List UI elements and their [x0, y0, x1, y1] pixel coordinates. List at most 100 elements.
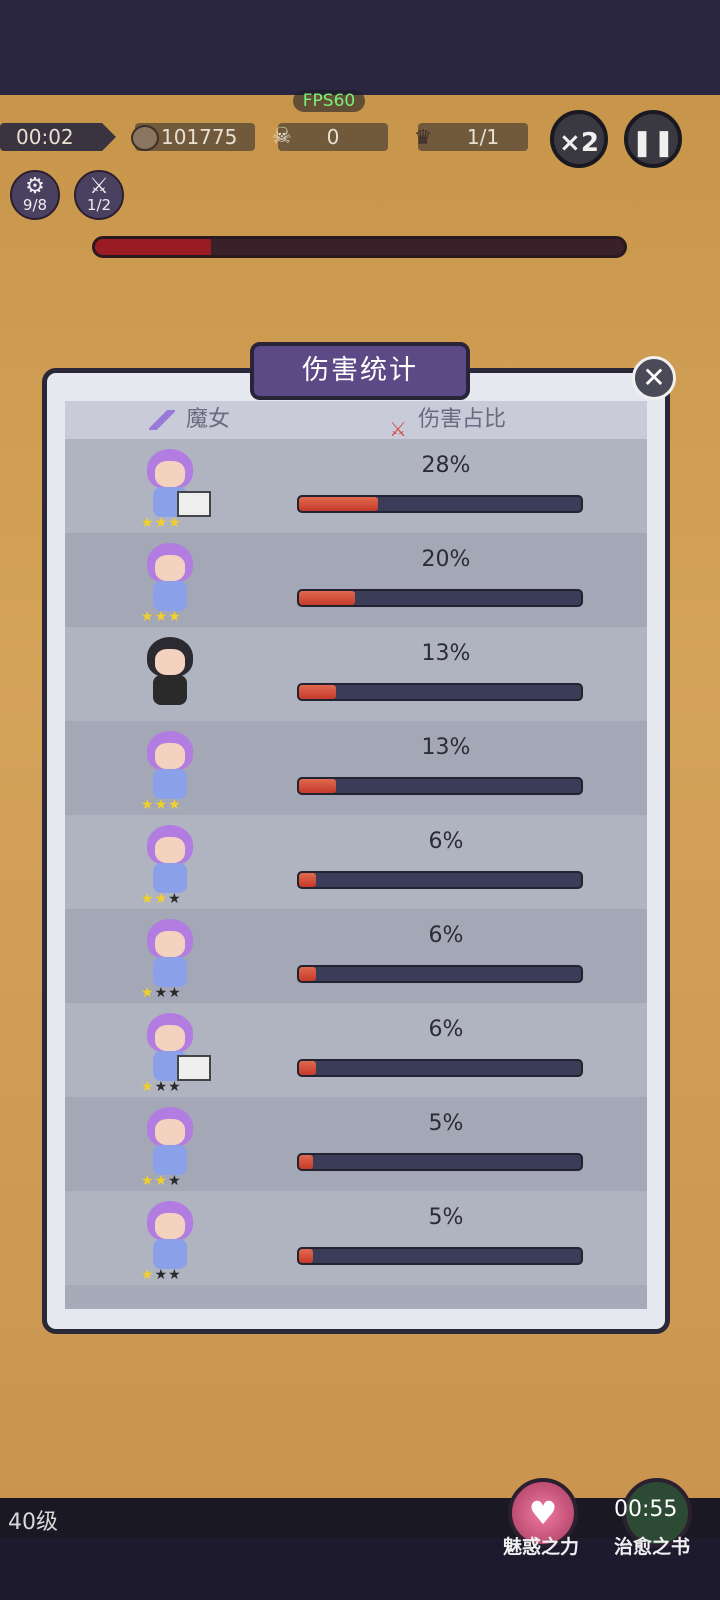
witch-desk-portrait [133, 1009, 213, 1089]
table-header: 魔女 ⚔ 伤害占比 [65, 401, 647, 441]
modal-title: 伤害统计 [250, 342, 470, 400]
kill-counter: ☠ 0 [272, 123, 388, 151]
fps-counter: FPS60 [293, 90, 365, 112]
damage-bar [297, 1153, 583, 1171]
star-icon: ★ [154, 797, 169, 813]
skull-icon: ☠ [272, 124, 292, 149]
witch-desk-portrait [133, 445, 213, 525]
damage-percent: 28% [421, 453, 471, 478]
gear-skill-count: 9/8 [22, 196, 48, 214]
star-icon: ★ [168, 797, 182, 813]
pause-icon: ❚❚ [631, 128, 675, 158]
damage-stats-modal: 魔女 ⚔ 伤害占比 ★★★ 28% ★★★ 20% 13% ★★★ 13% ★★★ 6% ★★★ 6… [42, 368, 670, 1334]
star-icon: ★ [154, 1079, 169, 1095]
damage-bar [297, 1059, 583, 1077]
wave-value: 1/1 [466, 125, 500, 149]
star-rating: ★★★ [141, 985, 182, 1001]
header-witch: 魔女 [149, 401, 230, 439]
damage-row: ★★★ 13% [65, 721, 647, 815]
damage-bar-fill [299, 779, 336, 793]
star-rating: ★★★ [141, 609, 182, 625]
player-level: 40级 [8, 1510, 58, 1535]
damage-bar-fill [299, 591, 356, 605]
damage-bar-fill [299, 1155, 314, 1169]
star-icon: ★ [154, 891, 169, 907]
damage-row: ★★★ 5% [65, 1191, 647, 1285]
blade-skill[interactable]: ⚔ 1/2 [74, 170, 124, 220]
boss-health-bar [92, 236, 627, 258]
coin-value: 101775 [161, 125, 238, 149]
star-icon: ★ [168, 985, 182, 1001]
star-icon: ★ [168, 1079, 182, 1095]
wave-counter: ♛ 1/1 [414, 123, 528, 151]
damage-percent: 5% [428, 1111, 464, 1136]
star-icon: ★ [154, 1267, 169, 1283]
witch-purple-portrait [133, 539, 213, 619]
star-rating: ★★★ [141, 1173, 182, 1189]
bottom-bar [0, 1498, 720, 1538]
star-rating: ★★★ [141, 1079, 182, 1095]
heal-skill-label: 治愈之书 [614, 1536, 691, 1558]
damage-row: ★★★ 6% [65, 815, 647, 909]
boss-health-fill [95, 239, 212, 255]
battle-timer: 00:02 [0, 123, 116, 151]
gear-skill[interactable]: ⚙ 9/8 [10, 170, 60, 220]
pause-button[interactable]: ❚❚ [624, 110, 682, 168]
crossed-swords-icon: ⚔ [389, 417, 407, 441]
star-icon: ★ [141, 609, 155, 625]
gunner-portrait [133, 633, 213, 713]
star-icon: ★ [141, 985, 155, 1001]
damage-row: ★★★ 20% [65, 533, 647, 627]
damage-bar [297, 683, 583, 701]
star-rating: ★★★ [141, 515, 182, 531]
damage-bar [297, 495, 583, 513]
damage-bar [297, 589, 583, 607]
close-icon: ✕ [642, 361, 666, 394]
star-icon: ★ [154, 609, 169, 625]
witch-purple-portrait [133, 1197, 213, 1277]
damage-bar [297, 871, 583, 889]
star-icon: ★ [154, 1173, 169, 1189]
damage-percent: 20% [421, 547, 471, 572]
damage-bar [297, 777, 583, 795]
kill-value: 0 [326, 125, 340, 149]
damage-percent: 13% [421, 735, 471, 760]
star-icon: ★ [168, 609, 182, 625]
star-icon: ★ [141, 1173, 155, 1189]
coin-counter: 101775 [131, 123, 255, 151]
coin-icon [131, 125, 159, 151]
damage-row: 13% [65, 627, 647, 721]
damage-bar [297, 965, 583, 983]
star-rating: ★★★ [141, 1267, 182, 1283]
damage-row: ★★★ 5% [65, 1097, 647, 1191]
close-button[interactable]: ✕ [632, 356, 676, 400]
star-rating: ★★★ [141, 891, 182, 907]
damage-bar-fill [299, 1249, 314, 1263]
damage-bar [297, 1247, 583, 1265]
heal-cooldown: 00:55 [614, 1497, 678, 1522]
star-icon: ★ [141, 891, 155, 907]
star-icon: ★ [168, 1267, 182, 1283]
blade-skill-count: 1/2 [86, 196, 112, 214]
damage-bar-fill [299, 1061, 316, 1075]
damage-row: ★★★ 28% [65, 439, 647, 533]
damage-bar-fill [299, 497, 378, 511]
damage-row: ★★★ 6% [65, 909, 647, 1003]
header-damage-label: 伤害占比 [417, 407, 506, 432]
charm-skill-label: 魅惑之力 [503, 1536, 580, 1558]
damage-bar-fill [299, 873, 316, 887]
demon-icon: ♛ [414, 125, 432, 149]
damage-percent: 6% [428, 1017, 464, 1042]
speed-button[interactable]: ×2 [550, 110, 608, 168]
top-band [0, 0, 720, 95]
damage-percent: 5% [428, 1205, 464, 1230]
witch-purple-portrait [133, 1103, 213, 1183]
star-icon: ★ [154, 515, 169, 531]
damage-bar-fill [299, 685, 336, 699]
damage-row: ★★★ 6% [65, 1003, 647, 1097]
star-icon: ★ [141, 1079, 155, 1095]
header-witch-label: 魔女 [186, 407, 231, 432]
star-icon: ★ [141, 515, 155, 531]
header-damage: ⚔ 伤害占比 [389, 401, 506, 441]
star-icon: ★ [168, 891, 182, 907]
